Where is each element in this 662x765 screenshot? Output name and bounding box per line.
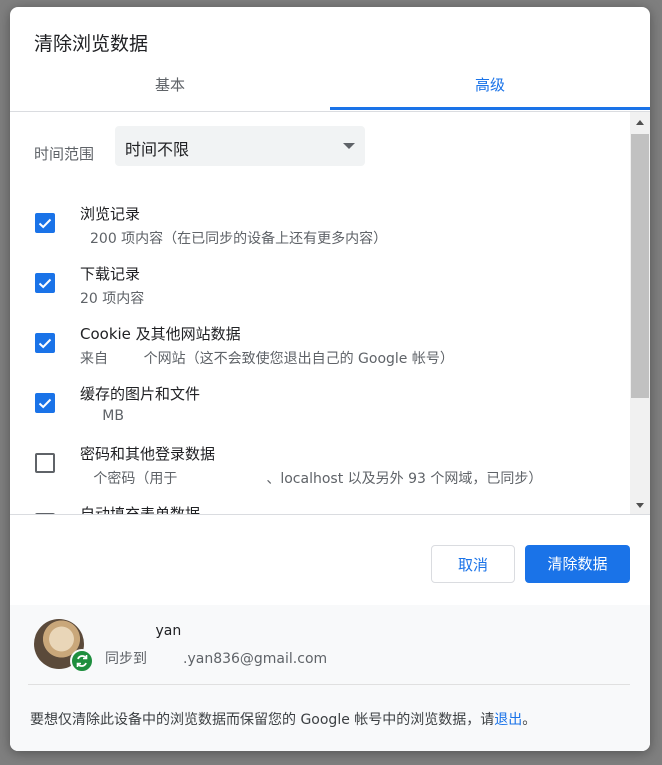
option-subtitle: 来自 个网站（这不会致使您退出自己的 Google 帐号）	[80, 351, 454, 367]
divider	[10, 514, 650, 515]
account-name-text: yan	[155, 623, 182, 639]
sync-icon	[70, 649, 94, 673]
option-title: Cookie 及其他网站数据	[80, 325, 241, 343]
option-title: 浏览记录	[80, 205, 141, 223]
account-sync-status: 同步到 .yan836@gmail.com	[105, 648, 327, 668]
footer-note-end: 。	[522, 712, 537, 728]
time-range-value: 时间不限	[125, 140, 190, 159]
cancel-button[interactable]: 取消	[431, 545, 515, 583]
checkmark-icon	[38, 398, 52, 409]
checkmark-icon	[38, 218, 52, 229]
checkbox-browsing-history[interactable]	[35, 213, 55, 233]
sync-arrows-icon	[76, 655, 88, 667]
chevron-down-icon	[343, 143, 355, 149]
scroll-up-arrow-icon[interactable]	[636, 120, 644, 125]
footer-note: 要想仅清除此设备中的浏览数据而保留您的 Google 帐号中的浏览数据，请退出。	[30, 709, 536, 729]
tab-advanced-label: 高级	[474, 76, 505, 94]
checkbox-download-history[interactable]	[35, 273, 55, 293]
account-footer: yan 同步到 .yan836@gmail.com 要想仅清除此设备中的浏览数据而…	[10, 605, 650, 751]
active-tab-indicator	[330, 107, 650, 110]
option-title: 下载记录	[80, 265, 141, 283]
checkbox-cookies[interactable]	[35, 333, 55, 353]
option-browsing-history[interactable]: 浏览记录 200 项内容（在已同步的设备上还有更多内容）	[10, 203, 630, 263]
sync-prefix: 同步到	[105, 651, 147, 667]
option-subtitle: 个密码（用于 、localhost 以及另外 93 个网域，已同步）	[80, 471, 543, 487]
option-cache[interactable]: 缓存的图片和文件 MB	[10, 383, 630, 443]
footer-note-text: 要想仅清除此设备中的浏览数据而保留您的 Google 帐号中的浏览数据，请	[30, 712, 495, 728]
checkbox-passwords[interactable]	[35, 453, 55, 473]
tab-basic[interactable]: 基本	[10, 65, 330, 109]
checkmark-icon	[38, 338, 52, 349]
checkbox-cache[interactable]	[35, 393, 55, 413]
option-title: 自动填充表单数据	[80, 505, 201, 514]
footer-divider	[28, 684, 630, 685]
option-subtitle: 200 项内容（在已同步的设备上还有更多内容）	[90, 231, 388, 247]
account-email: .yan836@gmail.com	[183, 651, 328, 667]
clear-data-button[interactable]: 清除数据	[525, 545, 630, 583]
sign-out-link[interactable]: 退出	[494, 712, 522, 728]
option-autofill[interactable]: 自动填充表单数据	[10, 503, 630, 514]
scroll-down-arrow-icon[interactable]	[636, 503, 644, 508]
option-subtitle: MB	[80, 408, 124, 424]
account-name: yan	[105, 623, 181, 639]
redacted-text	[105, 624, 151, 638]
checkmark-icon	[38, 278, 52, 289]
option-title: 密码和其他登录数据	[80, 445, 216, 463]
tab-advanced[interactable]: 高级	[330, 65, 650, 110]
tab-bar: 基本 高级	[10, 65, 650, 112]
scrollbar-thumb[interactable]	[631, 134, 649, 398]
option-subtitle: 20 项内容	[80, 291, 145, 307]
time-range-select[interactable]: 时间不限	[115, 126, 365, 166]
redacted-text	[147, 652, 183, 666]
time-range-label: 时间范围	[34, 145, 95, 163]
vertical-scrollbar[interactable]	[630, 112, 650, 514]
option-download-history[interactable]: 下载记录 20 项内容	[10, 263, 630, 323]
option-cookies[interactable]: Cookie 及其他网站数据 来自 个网站（这不会致使您退出自己的 Google…	[10, 323, 630, 383]
option-passwords[interactable]: 密码和其他登录数据 个密码（用于 、localhost 以及另外 93 个网域，…	[10, 443, 630, 503]
dialog-title: 清除浏览数据	[34, 33, 149, 55]
clear-browsing-data-dialog: 清除浏览数据 基本 高级 时间范围 时间不限 浏览记录 200 项内容（在已同步…	[10, 7, 650, 751]
option-title: 缓存的图片和文件	[80, 385, 201, 403]
options-scroll-area[interactable]: 时间范围 时间不限 浏览记录 200 项内容（在已同步的设备上还有更多内容） 下…	[10, 112, 650, 514]
